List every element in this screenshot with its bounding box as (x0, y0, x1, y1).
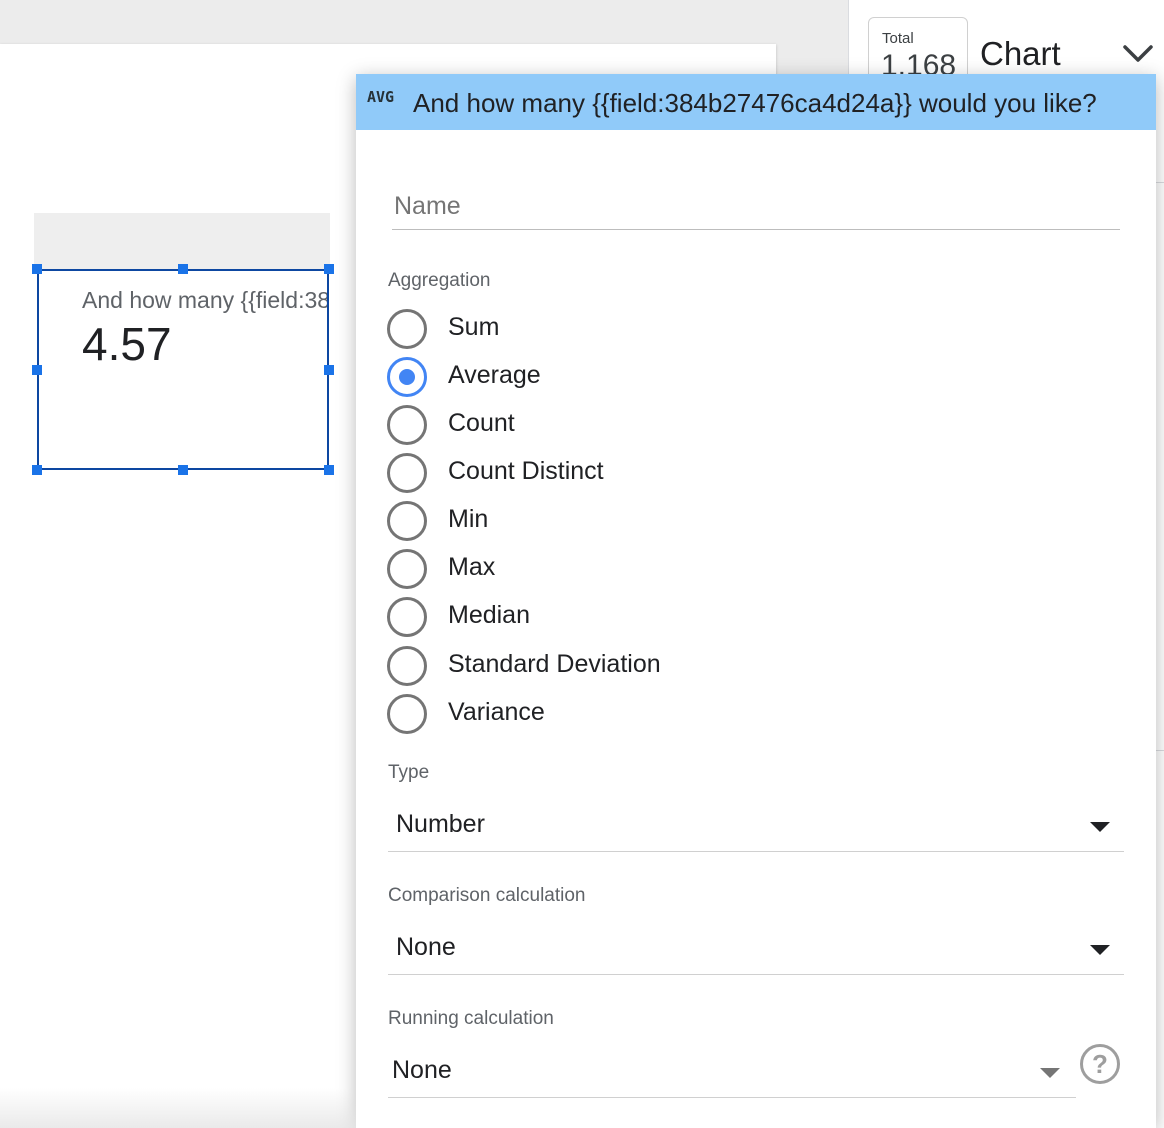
scorecard-widget[interactable]: And how many {{field:384 4.57 (37, 269, 329, 470)
radio-option-label: Sum (448, 313, 500, 341)
radio-option-variance[interactable]: Variance (387, 692, 807, 736)
metric-editor-popup: AVG And how many {{field:384b27476ca4d24… (356, 74, 1156, 1128)
resize-handle-bottom-right[interactable] (324, 465, 334, 475)
comparison-select-value: None (396, 933, 456, 961)
radio-button-checked-icon[interactable] (387, 357, 427, 397)
properties-panel-title: Chart (980, 35, 1061, 72)
thumbnail-total-label: Total (882, 30, 914, 47)
aggregation-label: Aggregation (388, 270, 491, 291)
radio-option-label: Count (448, 409, 515, 437)
canvas-bottom-shadow (0, 1088, 356, 1128)
radio-button-icon[interactable] (387, 597, 427, 637)
radio-button-icon[interactable] (387, 501, 427, 541)
running-calculation-select[interactable]: None (388, 1044, 1076, 1098)
radio-option-count-distinct[interactable]: Count Distinct (387, 451, 807, 495)
running-select-value: None (392, 1056, 452, 1084)
running-calculation-label: Running calculation (388, 1008, 554, 1029)
radio-option-label: Standard Deviation (448, 650, 661, 678)
radio-option-count[interactable]: Count (387, 403, 807, 447)
type-label: Type (388, 762, 430, 783)
aggregation-badge: AVG (367, 88, 395, 106)
radio-button-icon[interactable] (387, 646, 427, 686)
help-circle-icon[interactable]: ? (1080, 1044, 1120, 1084)
resize-handle-bottom[interactable] (178, 465, 188, 475)
radio-option-average[interactable]: Average (387, 355, 807, 399)
radio-option-label: Max (448, 553, 496, 581)
metric-field-title: And how many {{field:384b27476ca4d24a}} … (413, 88, 1097, 118)
chevron-down-icon[interactable] (1120, 40, 1156, 68)
radio-option-max[interactable]: Max (387, 547, 807, 591)
dropdown-arrow-icon (1040, 1068, 1060, 1078)
scorecard-drag-bar[interactable] (34, 213, 330, 269)
panel-divider (1156, 182, 1164, 183)
scorecard-metric-label: And how many {{field:384 (82, 287, 329, 313)
radio-option-label: Variance (448, 698, 545, 726)
radio-button-icon[interactable] (387, 549, 427, 589)
resize-handle-top-right[interactable] (324, 264, 334, 274)
radio-button-icon[interactable] (387, 453, 427, 493)
scorecard-metric-value: 4.57 (82, 318, 172, 370)
resize-handle-right[interactable] (324, 365, 334, 375)
resize-handle-bottom-left[interactable] (32, 465, 42, 475)
metric-name-input[interactable] (392, 184, 1120, 230)
resize-handle-top[interactable] (178, 264, 188, 274)
resize-handle-left[interactable] (32, 365, 42, 375)
type-select-value: Number (396, 810, 485, 838)
radio-button-icon[interactable] (387, 405, 427, 445)
radio-button-icon[interactable] (387, 309, 427, 349)
radio-option-min[interactable]: Min (387, 499, 807, 543)
panel-divider (1156, 750, 1164, 751)
radio-option-standard-deviation[interactable]: Standard Deviation (387, 644, 807, 688)
metric-editor-header: AVG And how many {{field:384b27476ca4d24… (356, 74, 1156, 130)
type-select[interactable]: Number (388, 798, 1124, 852)
radio-option-label: Count Distinct (448, 457, 604, 485)
radio-option-label: Average (448, 361, 541, 389)
radio-option-label: Min (448, 505, 489, 533)
comparison-calculation-select[interactable]: None (388, 921, 1124, 975)
comparison-calculation-label: Comparison calculation (388, 885, 586, 906)
dropdown-arrow-icon (1090, 822, 1110, 832)
radio-option-median[interactable]: Median (387, 595, 807, 639)
radio-option-sum[interactable]: Sum (387, 307, 807, 351)
app-root: And how many {{field:384 4.57 Total 1,16… (0, 0, 1164, 1128)
radio-dot (399, 369, 415, 385)
radio-option-label: Median (448, 601, 530, 629)
radio-button-icon[interactable] (387, 694, 427, 734)
dropdown-arrow-icon (1090, 945, 1110, 955)
resize-handle-top-left[interactable] (32, 264, 42, 274)
